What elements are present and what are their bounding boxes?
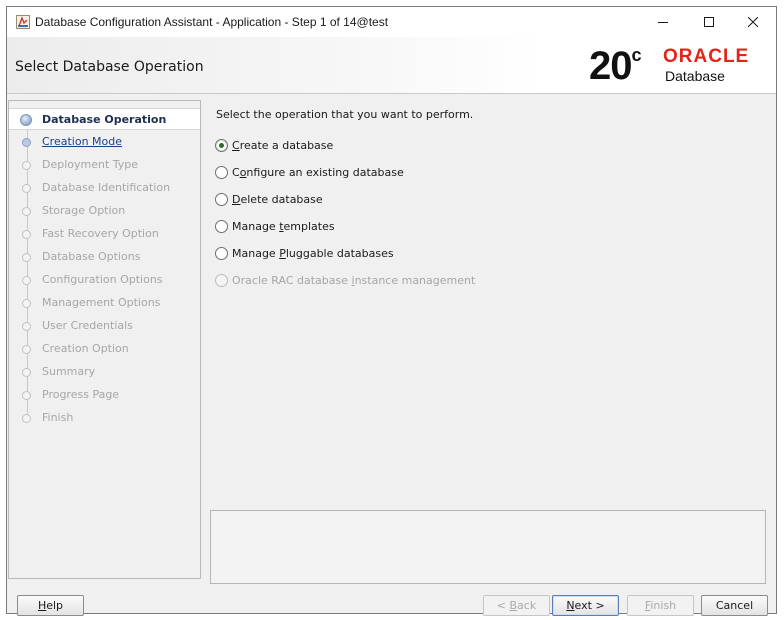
option-label: Manage templates (232, 220, 335, 233)
back-button-label: < Back (496, 599, 537, 612)
step-icon (22, 276, 31, 285)
instruction-text: Select the operation that you want to pe… (216, 108, 474, 121)
help-button-label: Help (37, 599, 64, 612)
radio-button[interactable] (215, 193, 228, 206)
main-content: Select the operation that you want to pe… (204, 100, 776, 584)
nav-step-label: Configuration Options (42, 273, 163, 286)
nav-step-creation-option: Creation Option (9, 338, 200, 360)
message-area (210, 510, 766, 584)
close-icon (748, 17, 758, 27)
nav-step-database-operation[interactable]: Database Operation (9, 108, 200, 130)
nav-step-management-options: Management Options (9, 292, 200, 314)
maximize-button[interactable] (686, 7, 732, 37)
maximize-icon (704, 17, 714, 27)
step-icon (22, 345, 31, 354)
radio-button (215, 274, 228, 287)
nav-step-creation-mode[interactable]: Creation Mode (9, 131, 200, 153)
radio-button[interactable] (215, 220, 228, 233)
option-label: Manage Pluggable databases (232, 247, 394, 260)
nav-step-deployment-type: Deployment Type (9, 154, 200, 176)
cancel-button-label: Cancel (715, 599, 754, 612)
step-icon (22, 253, 31, 262)
step-icon (22, 138, 31, 147)
nav-step-label: Finish (42, 411, 74, 424)
minimize-button[interactable] (640, 7, 686, 37)
close-button[interactable] (730, 7, 776, 37)
nav-step-progress-page: Progress Page (9, 384, 200, 406)
version-number: 20c (589, 44, 642, 88)
radio-button[interactable] (215, 247, 228, 260)
option-manage-pluggable-databases[interactable]: Manage Pluggable databases (215, 245, 555, 263)
option-label: Delete database (232, 193, 323, 206)
back-button: < Back (483, 595, 550, 616)
nav-step-storage-option: Storage Option (9, 200, 200, 222)
option-delete-database[interactable]: Delete database (215, 191, 555, 209)
page-header: Select Database Operation 20c ORACLE Dat… (7, 37, 776, 94)
option-label: Oracle RAC database instance management (232, 274, 476, 287)
cancel-button[interactable]: Cancel (701, 595, 768, 616)
nav-step-summary: Summary (9, 361, 200, 383)
step-icon (22, 368, 31, 377)
step-navigation: Database Operation Creation Mode Deploym… (8, 100, 201, 579)
nav-step-label: Storage Option (42, 204, 126, 217)
title-bar: Database Configuration Assistant - Appli… (7, 7, 776, 37)
product-name: Database (665, 68, 725, 84)
minimize-icon (658, 22, 668, 23)
nav-step-label: User Credentials (42, 319, 133, 332)
nav-step-configuration-options: Configuration Options (9, 269, 200, 291)
dbca-window: Database Configuration Assistant - Appli… (6, 6, 777, 616)
nav-step-label: Database Identification (42, 181, 171, 194)
nav-step-finish: Finish (9, 407, 200, 429)
nav-step-label: Progress Page (42, 388, 120, 401)
nav-step-user-credentials: User Credentials (9, 315, 200, 337)
step-icon (22, 414, 31, 423)
finish-button: Finish (627, 595, 694, 616)
step-icon (22, 161, 31, 170)
oracle-logo: 20c ORACLE Database (589, 43, 771, 89)
step-icon (22, 391, 31, 400)
next-button-label: Next > (566, 599, 605, 612)
finish-button-label: Finish (644, 599, 677, 612)
help-button[interactable]: Help (17, 595, 84, 616)
option-create-database[interactable]: Create a database (215, 137, 555, 155)
step-icon (22, 322, 31, 331)
option-label: Create a database (232, 139, 334, 152)
step-current-icon (20, 114, 32, 126)
nav-step-label: Management Options (42, 296, 161, 309)
radio-button[interactable] (215, 139, 228, 152)
window-title: Database Configuration Assistant - Appli… (35, 15, 389, 29)
step-icon (22, 207, 31, 216)
option-configure-existing-database[interactable]: Configure an existing database (215, 164, 555, 182)
nav-step-label: Fast Recovery Option (42, 227, 159, 240)
step-icon (22, 299, 31, 308)
nav-step-label: Database Options (42, 250, 141, 263)
nav-step-label: Database Operation (42, 113, 167, 126)
nav-step-label: Deployment Type (42, 158, 139, 171)
app-icon (16, 15, 30, 29)
nav-step-database-options: Database Options (9, 246, 200, 268)
nav-step-fast-recovery-option: Fast Recovery Option (9, 223, 200, 245)
option-rac-instance-management: Oracle RAC database instance management (215, 272, 555, 290)
oracle-wordmark: ORACLE (663, 46, 750, 67)
option-manage-templates[interactable]: Manage templates (215, 218, 555, 236)
nav-step-label: Creation Option (42, 342, 129, 355)
nav-step-label: Summary (42, 365, 96, 378)
page-title: Select Database Operation (15, 59, 204, 75)
nav-step-label: Creation Mode (42, 135, 123, 148)
radio-button[interactable] (215, 166, 228, 179)
step-icon (22, 230, 31, 239)
next-button[interactable]: Next > (552, 595, 619, 616)
nav-step-database-identification: Database Identification (9, 177, 200, 199)
option-label: Configure an existing database (232, 166, 404, 179)
step-icon (22, 184, 31, 193)
